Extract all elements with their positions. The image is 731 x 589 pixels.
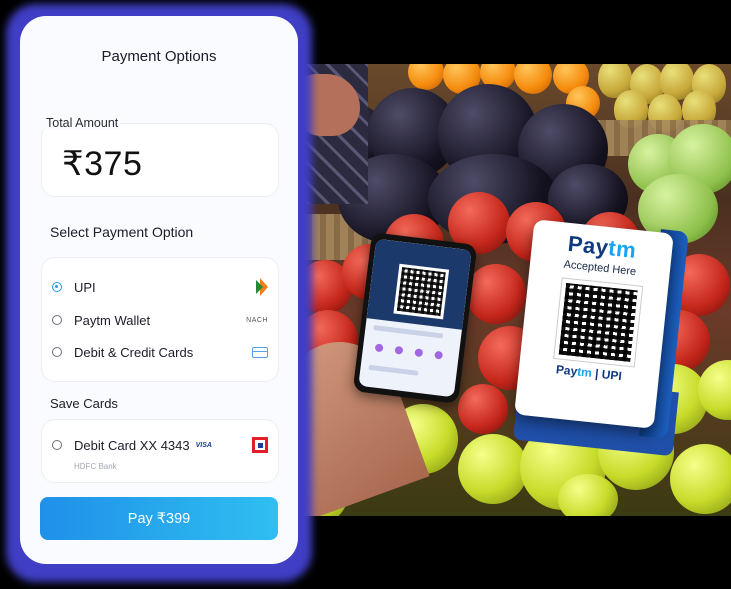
phone bbox=[352, 232, 478, 404]
upi-icon bbox=[256, 278, 268, 296]
lime bbox=[458, 434, 528, 504]
lime bbox=[558, 474, 618, 516]
radio-button[interactable] bbox=[52, 315, 62, 325]
payment-option-paytm-wallet[interactable]: Paytm Wallet NACH bbox=[52, 310, 268, 330]
visa-logo: VISA bbox=[195, 441, 212, 449]
pay-button[interactable]: Pay ₹399 bbox=[40, 497, 278, 540]
payment-option-upi[interactable]: UPI bbox=[52, 277, 268, 297]
orange bbox=[514, 64, 552, 94]
total-amount-label: Total Amount bbox=[44, 116, 121, 130]
page-title: Payment Options bbox=[101, 48, 217, 65]
saved-cards-list: Debit Card XX 4343 VISA HDFC Bank bbox=[41, 419, 279, 483]
pomegranate bbox=[466, 264, 526, 324]
payment-options-list: UPI Paytm Wallet NACH Debit & Credit Car… bbox=[41, 257, 279, 382]
hdfc-bank-icon bbox=[252, 437, 268, 453]
total-amount-box: ₹375 bbox=[41, 123, 279, 197]
phone-app-dot bbox=[434, 350, 444, 360]
bank-name: HDFC Bank bbox=[74, 462, 117, 471]
phone-qr-code bbox=[393, 263, 450, 320]
pomegranate bbox=[458, 384, 508, 434]
radio-button[interactable] bbox=[52, 440, 62, 450]
nach-icon: NACH bbox=[246, 316, 268, 324]
select-payment-option-title: Select Payment Option bbox=[50, 224, 194, 240]
saved-card-hdfc[interactable]: Debit Card XX 4343 VISA bbox=[52, 435, 268, 455]
payment-options-card: Payment Options ₹375 Total Amount Select… bbox=[20, 16, 298, 564]
save-cards-title: Save Cards bbox=[50, 396, 118, 411]
radio-button[interactable] bbox=[52, 347, 62, 357]
option-label: Paytm Wallet bbox=[74, 312, 151, 328]
phone-bar bbox=[368, 364, 419, 376]
stand-footer-logo: Paytm | UPI bbox=[555, 362, 623, 384]
phone-screen bbox=[358, 238, 472, 398]
saved-card-label: Debit Card XX 4343 bbox=[74, 437, 190, 453]
market-photo: Paytm Accepted Here Paytm | UPI bbox=[298, 64, 731, 516]
payment-option-cards[interactable]: Debit & Credit Cards bbox=[52, 342, 268, 362]
paytm-stand: Paytm Accepted Here Paytm | UPI bbox=[514, 219, 674, 429]
orange bbox=[408, 64, 444, 90]
option-label: UPI bbox=[74, 279, 96, 295]
total-amount-value: ₹375 bbox=[62, 145, 143, 183]
card-icon bbox=[252, 346, 268, 358]
phone-app-dot bbox=[414, 348, 424, 358]
lime bbox=[670, 444, 731, 514]
phone-app-dot bbox=[394, 345, 404, 355]
phone-bar bbox=[373, 325, 444, 339]
phone-app-dot bbox=[374, 343, 384, 353]
option-label: Debit & Credit Cards bbox=[74, 344, 194, 360]
radio-button[interactable] bbox=[52, 282, 62, 292]
stand-qr-code bbox=[553, 277, 644, 368]
